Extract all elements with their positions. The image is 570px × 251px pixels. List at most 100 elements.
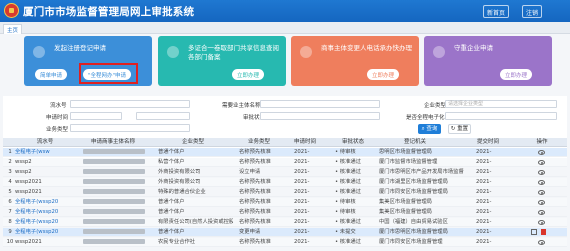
row-number: 9 bbox=[8, 229, 12, 235]
highlight-box bbox=[79, 63, 138, 84]
org-cell: 厦门市思明区市产品开发局市场监督 bbox=[379, 169, 464, 175]
card-title: 多证合一卷取部门共享信息查阅 各部门备案 bbox=[188, 44, 279, 61]
card-title: 商事主体变更人电话承办快办理 bbox=[321, 44, 412, 52]
logout-button[interactable]: 注销 bbox=[522, 5, 543, 18]
table-header: 流水号 申请商事主体名称 企业类型 业务类型 申请时间 审批状态 登记机关 提交… bbox=[3, 138, 567, 147]
status-cell: • 核准通过 bbox=[335, 189, 361, 195]
name-cell-redacted bbox=[83, 238, 153, 247]
trust-go-button[interactable]: 立即办理 bbox=[500, 69, 533, 80]
table-row[interactable]: 7 全程电子(wssp20 普通个体户 名称预先核准 2021- • 待审核 集美区市场监督… bbox=[3, 208, 567, 217]
view-icon[interactable] bbox=[538, 160, 545, 165]
col-submit: 提交时间 bbox=[476, 139, 499, 145]
row-number: 8 bbox=[8, 219, 12, 225]
table-row[interactable]: 4 wssp2021 外商投资有限公司 名称预先核准 2021- • 核准通过 厦门市湖里区… bbox=[3, 178, 567, 187]
business-type-select[interactable]: 请选择企业类型 bbox=[445, 100, 557, 108]
submit-cell: 2021- bbox=[476, 159, 492, 165]
org-cell: 中国（福建）自由贸易试验区 bbox=[379, 219, 448, 225]
col-action: 操作 bbox=[536, 139, 548, 145]
submit-cell: 2021- bbox=[476, 149, 492, 155]
view-icon[interactable] bbox=[538, 180, 545, 185]
table-row[interactable]: 2 wssp2 私营个体户 名称预先核准 2021- • 核准通过 厦门市监督市场监督管理 2… bbox=[3, 158, 567, 167]
view-icon[interactable] bbox=[538, 150, 545, 155]
table-row[interactable]: 10 wssp2021 农民专业合作社 名称预先核准 2021- • 核准通过 厦门市同安区… bbox=[3, 238, 567, 247]
card-title: 发起注册登记申请 bbox=[54, 44, 106, 52]
org-cell: 厦门市湖里区市场监督管理局 bbox=[379, 179, 448, 185]
type-cell: 外商投资有限公司 bbox=[158, 179, 201, 185]
name-cell-redacted bbox=[83, 188, 153, 197]
submit-cell: 2021- bbox=[476, 199, 492, 205]
register-icon bbox=[33, 46, 45, 58]
biz-cell: 名称预先核准 bbox=[239, 209, 271, 215]
status-cell: • 核准通过 bbox=[335, 169, 361, 175]
emblem-icon bbox=[4, 3, 19, 18]
org-cell: 集美区市场监督管理局 bbox=[379, 199, 432, 205]
type-cell: 普通个体户 bbox=[158, 199, 185, 205]
portal-button[interactable]: 新首页 bbox=[483, 5, 510, 18]
org-cell: 集美区市场监督管理局 bbox=[379, 209, 432, 215]
audit-status-select[interactable] bbox=[260, 112, 380, 120]
start-date-input[interactable] bbox=[70, 112, 122, 120]
tab-bar: 主页 bbox=[0, 22, 570, 34]
table-row[interactable]: 1 全程电子(wsw 普通个体户 名称预先核准 2021- • 待审核 思明区市场监督管理局… bbox=[3, 148, 567, 157]
serial-input[interactable] bbox=[70, 100, 190, 108]
status-cell: • 核准通过 bbox=[335, 239, 361, 245]
name-cell-redacted bbox=[83, 168, 153, 177]
row-number: 2 bbox=[8, 159, 12, 165]
view-icon[interactable] bbox=[538, 210, 545, 215]
serial-cell: wssp2 bbox=[15, 159, 32, 165]
org-cell: 思明区市场监督管理局 bbox=[379, 149, 432, 155]
view-icon[interactable] bbox=[538, 190, 545, 195]
view-icon[interactable] bbox=[538, 170, 545, 175]
view-icon[interactable] bbox=[538, 240, 545, 245]
col-time: 申请时间 bbox=[293, 139, 316, 145]
status-cell: • 核准通过 bbox=[335, 179, 361, 185]
e-flag-select[interactable] bbox=[445, 112, 557, 120]
biz-type-select[interactable] bbox=[70, 124, 190, 132]
submit-cell: 2021- bbox=[476, 219, 492, 225]
serial-cell: wssp2 bbox=[15, 169, 32, 175]
change-go-button[interactable]: 立即办理 bbox=[367, 69, 400, 80]
biz-cell: 名称预先核准 bbox=[239, 149, 271, 155]
biz-cell: 名称预先核准 bbox=[239, 179, 271, 185]
time-cell: 2021- bbox=[294, 229, 310, 235]
biz-cell: 名称预先核准 bbox=[239, 189, 271, 195]
status-cell: • 待审核 bbox=[335, 209, 356, 215]
time-cell: 2021- bbox=[294, 209, 310, 215]
type-cell: 特殊的普通合伙企业 bbox=[158, 189, 206, 195]
status-cell: • 待审核 bbox=[335, 199, 356, 205]
biz-cell: 变更申请 bbox=[239, 229, 261, 235]
delete-icon[interactable] bbox=[541, 229, 546, 235]
table-row[interactable]: 8 全程电子(wssp20 有限责任公司(自然人投资或控股) 名称预先核准 2021- •… bbox=[3, 218, 567, 227]
end-date-input[interactable] bbox=[136, 112, 190, 120]
table-row[interactable]: 3 wssp2 外商投资有限公司 设立申请 2021- • 核准通过 厦门市思明区市产品开发… bbox=[3, 168, 567, 177]
card-trust: 守重企业申请 bbox=[424, 36, 552, 86]
serial-label: 流水号 bbox=[50, 103, 67, 109]
edit-icon[interactable] bbox=[531, 229, 537, 235]
name-cell-redacted bbox=[83, 148, 153, 157]
type-cell: 普通个体户 bbox=[158, 229, 185, 235]
biz-cell: 名称预先核准 bbox=[239, 219, 271, 225]
time-cell: 2021- bbox=[294, 169, 310, 175]
time-cell: 2021- bbox=[294, 179, 310, 185]
query-button[interactable]: ⌕ 查询 bbox=[418, 124, 441, 134]
status-cell: • 未提交 bbox=[335, 229, 356, 235]
table-row[interactable]: 6 全程电子(wssp20 普通个体户 名称预先核准 2021- • 待审核 集美区市场监督… bbox=[3, 198, 567, 207]
table-row[interactable]: 9 全程电子(wssp20 普通个体户 变更申请 2021- • 未提交 厦门市思明区市场监… bbox=[3, 228, 567, 237]
view-icon[interactable] bbox=[538, 200, 545, 205]
view-icon[interactable] bbox=[538, 220, 545, 225]
col-org: 登记机关 bbox=[403, 139, 426, 145]
applicant-input[interactable] bbox=[260, 100, 380, 108]
reset-button[interactable]: ↻ 重置 bbox=[448, 124, 471, 134]
col-type: 企业类型 bbox=[181, 139, 204, 145]
submit-cell: 2021- bbox=[476, 179, 492, 185]
time-cell: 2021- bbox=[294, 149, 310, 155]
serial-cell: wssp2021 bbox=[15, 189, 42, 195]
share-go-button[interactable]: 立即办理 bbox=[232, 69, 265, 80]
name-cell-redacted bbox=[83, 198, 153, 207]
tab-home[interactable]: 主页 bbox=[3, 24, 23, 34]
simple-apply-button[interactable]: 简单申请 bbox=[35, 69, 68, 80]
org-cell: 厦门市思明区市场监督管理局 bbox=[379, 229, 448, 235]
biz-cell: 设立申请 bbox=[239, 169, 261, 175]
card-share: 多证合一卷取部门共享信息查阅 各部门备案 bbox=[158, 36, 286, 86]
table-row[interactable]: 5 wssp2021 特殊的普通合伙企业 名称预先核准 2021- • 核准通过 厦门市同安… bbox=[3, 188, 567, 197]
